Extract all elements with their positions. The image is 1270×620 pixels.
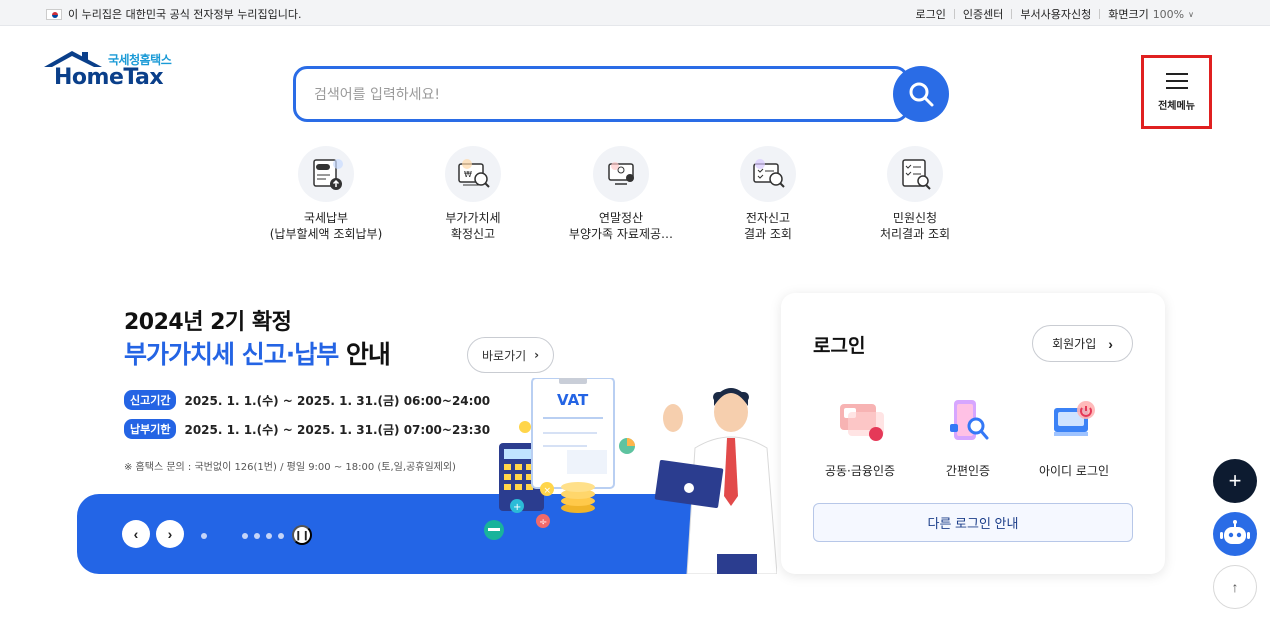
quick-menu-item-tax-payment[interactable]: 국세납부 (납부할세액 조회납부) [256, 146, 396, 242]
chatbot-button[interactable] [1213, 512, 1257, 556]
vat-label: VAT [557, 391, 589, 409]
divider [953, 9, 955, 19]
scroll-top-button[interactable]: ↑ [1213, 565, 1257, 609]
chevron-right-icon: › [1108, 335, 1113, 352]
chatbot-icon [1220, 520, 1250, 544]
chevron-left-icon: ‹ [133, 526, 139, 542]
banner-note: ※ 홈택스 문의 : 국번없이 126(1번) / 평일 9:00 ~ 18:0… [124, 462, 456, 473]
floating-plus-button[interactable]: + [1213, 459, 1257, 503]
login-option-certificate[interactable]: 공동·금융인증 [810, 398, 910, 479]
banner-title-line1: 2024년 2기 확정 [124, 310, 292, 335]
quick-menu-item-year-end[interactable]: 연말정산 부양가족 자료제공… [551, 146, 691, 242]
banner-title-black: 안내 [345, 340, 391, 369]
hamburger-icon [1165, 72, 1188, 89]
login-option-simple-auth[interactable]: 간편인증 [918, 398, 1018, 479]
slide-dot[interactable] [266, 533, 272, 539]
period-badge: 신고기간 [124, 390, 177, 410]
payment-period-row: 납부기한 2025. 1. 1.(수) ~ 2025. 1. 31.(금) 07… [124, 419, 490, 439]
id-login-icon [1054, 401, 1095, 436]
quick-menu-item-e-filing[interactable]: 전자신고 결과 조회 [698, 146, 838, 242]
quick-menu-item-vat-report[interactable]: ₩ 부가가치세 확정신고 [403, 146, 543, 242]
slide-prev-button[interactable]: ‹ [122, 520, 150, 548]
vat-illustration: VAT × + ÷ [484, 378, 777, 574]
simple-auth-icon [950, 400, 989, 440]
chevron-right-icon: › [534, 348, 540, 362]
svg-text:₩: ₩ [464, 170, 472, 179]
hometax-logo[interactable]: 국세청홈택스 HomeTax [44, 49, 174, 91]
quick-menu-label: 국세납부 (납부할세액 조회납부) [269, 211, 383, 241]
year-end-settlement-icon [593, 146, 649, 202]
period-text: 2025. 1. 1.(수) ~ 2025. 1. 31.(금) 07:00~2… [184, 422, 491, 437]
chevron-down-icon: ∨ [1188, 9, 1194, 19]
slide-dot[interactable] [201, 533, 207, 539]
e-filing-result-icon [740, 146, 796, 202]
all-menu-button[interactable]: 전체메뉴 [1141, 55, 1212, 129]
slide-dot[interactable] [254, 533, 260, 539]
login-option-label: 공동·금융인증 [824, 464, 896, 478]
search-icon [909, 82, 934, 107]
gov-notice-text: 이 누리집은 대한민국 공식 전자정부 누리집입니다. [68, 8, 302, 21]
quick-menu-label: 민원신청 처리결과 조회 [879, 211, 951, 241]
quick-menu-label: 연말정산 부양가족 자료제공… [568, 211, 674, 241]
slide-next-button[interactable]: › [156, 520, 184, 548]
login-option-label: 아이디 로그인 [1038, 464, 1110, 478]
zoom-label: 화면크기 [1108, 8, 1149, 21]
quick-menu-label: 전자신고 결과 조회 [744, 211, 792, 241]
civil-petition-icon [887, 146, 943, 202]
svg-text:÷: ÷ [539, 517, 547, 528]
report-period-row: 신고기간 2025. 1. 1.(수) ~ 2025. 1. 31.(금) 06… [124, 390, 490, 410]
plus-icon: + [1228, 468, 1242, 493]
login-card: 로그인 회원가입 › 공동·금융인증 간편인증 아이디 로그인 다른 로그인 안… [781, 293, 1165, 574]
divider [1099, 9, 1101, 19]
slide-dot[interactable] [242, 533, 248, 539]
cert-center-link[interactable]: 인증센터 [963, 6, 1003, 22]
top-utility-bar: 이 누리집은 대한민국 공식 전자정부 누리집입니다. 로그인 인증센터 부서사… [0, 0, 1270, 26]
period-badge: 납부기한 [124, 419, 177, 439]
svg-text:×: × [544, 486, 552, 496]
signup-button[interactable]: 회원가입 › [1032, 325, 1133, 362]
banner-title-blue: 부가가치세 신고·납부 [124, 340, 339, 369]
korea-flag-icon [46, 8, 62, 20]
vat-report-icon: ₩ [445, 146, 501, 202]
dept-user-signup-link[interactable]: 부서사용자신청 [1020, 6, 1091, 22]
slide-dot[interactable] [278, 533, 284, 539]
zoom-value: 100% [1152, 7, 1185, 21]
tax-payment-icon [298, 146, 354, 202]
other-login-guide-button[interactable]: 다른 로그인 안내 [813, 503, 1133, 542]
quick-menu: 국세납부 (납부할세액 조회납부) ₩ 부가가치세 확정신고 연말정산 부양가족… [256, 146, 996, 246]
all-menu-label: 전체메뉴 [1158, 100, 1195, 112]
divider [1011, 9, 1013, 19]
search-box [293, 66, 909, 122]
signup-label: 회원가입 [1052, 337, 1097, 351]
chevron-right-icon: › [167, 526, 173, 542]
search-button[interactable] [893, 66, 949, 122]
quick-menu-label: 부가가치세 확정신고 [445, 211, 501, 241]
banner-go-button[interactable]: 바로가기 › [467, 337, 555, 373]
login-option-label: 간편인증 [945, 464, 991, 478]
banner-go-label: 바로가기 [482, 348, 527, 363]
svg-text:+: + [513, 502, 521, 513]
logo-english: HomeTax [54, 65, 164, 90]
arrow-up-icon: ↑ [1231, 579, 1239, 595]
login-option-id-login[interactable]: 아이디 로그인 [1024, 398, 1124, 479]
pause-icon: ❙❙ [294, 529, 310, 540]
utility-links: 로그인 인증센터 부서사용자신청 화면크기 100% ∨ [916, 6, 1195, 22]
login-link[interactable]: 로그인 [916, 6, 946, 22]
certificate-icon [840, 404, 884, 441]
quick-menu-item-civil-petition[interactable]: 민원신청 처리결과 조회 [845, 146, 985, 242]
banner-title-line2: 부가가치세 신고·납부 안내 [124, 335, 391, 371]
login-title: 로그인 [813, 335, 866, 357]
search-input[interactable] [314, 83, 874, 107]
vat-banner: 2024년 2기 확정 부가가치세 신고·납부 안내 바로가기 › 신고기간 2… [77, 290, 777, 574]
gov-notice: 이 누리집은 대한민국 공식 전자정부 누리집입니다. [46, 6, 302, 22]
period-text: 2025. 1. 1.(수) ~ 2025. 1. 31.(금) 06:00~2… [184, 393, 491, 408]
zoom-dropdown[interactable]: 화면크기 100% ∨ [1108, 6, 1194, 22]
slide-pause-button[interactable]: ❙❙ [292, 525, 312, 545]
